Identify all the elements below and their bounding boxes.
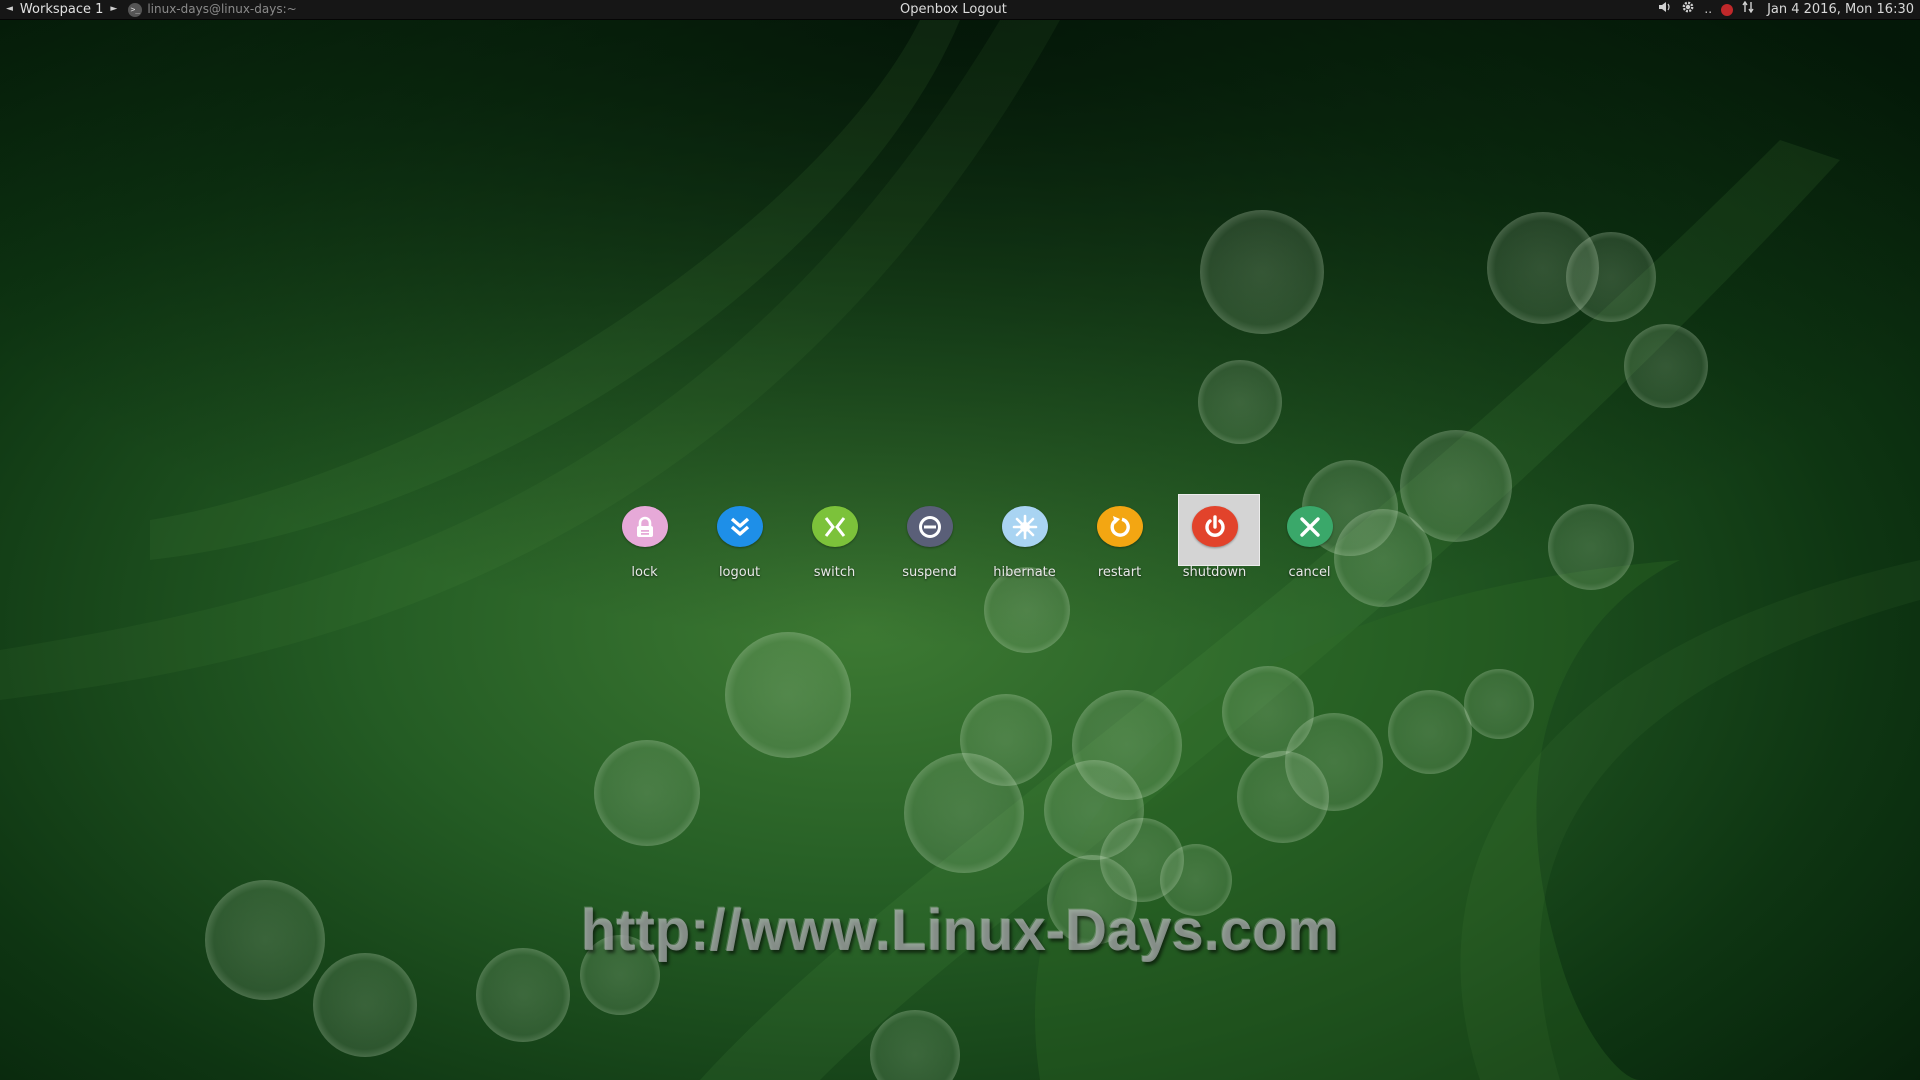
top-panel: ◄ Workspace 1 ► >_ linux-days@linux-days… (0, 0, 1920, 20)
workspace-label[interactable]: Workspace 1 (20, 0, 103, 19)
hibernate-snowflake-icon (1001, 506, 1048, 547)
restart-label: restart (1097, 565, 1142, 580)
volume-icon[interactable] (1658, 0, 1672, 19)
logout-chevrons-icon (716, 506, 763, 547)
tray-separator: .. (1704, 2, 1713, 16)
clock[interactable]: Jan 4 2016, Mon 16:30 (1767, 0, 1914, 19)
system-tray: .. Jan 4 2016, Mon 16:30 (1658, 0, 1914, 19)
watermark-text: http://www.Linux-Days.com (580, 898, 1340, 963)
lock-label: lock (631, 565, 658, 580)
suspend-icon (906, 506, 953, 547)
cancel-label: cancel (1288, 565, 1331, 580)
panel-left: ◄ Workspace 1 ► >_ linux-days@linux-days… (6, 0, 297, 19)
restart-button[interactable]: restart (1072, 494, 1167, 580)
taskbar-item-label: linux-days@linux-days:~ (147, 2, 297, 16)
active-window-title: Openbox Logout (900, 2, 1007, 17)
suspend-label: suspend (902, 565, 957, 580)
prev-workspace-arrow-icon[interactable]: ◄ (6, 0, 13, 19)
lock-icon (621, 506, 668, 547)
switch-user-button[interactable]: switch (787, 494, 882, 580)
next-workspace-arrow-icon[interactable]: ► (110, 0, 117, 19)
cancel-icon (1286, 506, 1333, 547)
logout-button[interactable]: logout (692, 494, 787, 580)
taskbar-item-terminal[interactable]: >_ linux-days@linux-days:~ (128, 0, 297, 19)
terminal-icon: >_ (128, 2, 143, 17)
suspend-button[interactable]: suspend (882, 494, 977, 580)
cancel-button[interactable]: cancel (1262, 494, 1357, 580)
hibernate-label: hibernate (993, 565, 1056, 580)
switch-user-icon (811, 506, 858, 547)
shutdown-button[interactable]: shutdown (1167, 494, 1262, 580)
logout-dialog: lock logout switch suspend hibernate res… (597, 494, 1357, 580)
shutdown-label: shutdown (1182, 565, 1247, 580)
logout-label: logout (718, 565, 761, 580)
hibernate-button[interactable]: hibernate (977, 494, 1072, 580)
settings-gear-icon[interactable] (1681, 0, 1695, 20)
power-icon (1191, 506, 1238, 547)
network-icon[interactable] (1742, 0, 1754, 19)
restart-icon (1096, 506, 1143, 547)
lock-button[interactable]: lock (597, 494, 692, 580)
record-icon[interactable] (1721, 3, 1734, 16)
switch-label: switch (813, 565, 856, 580)
